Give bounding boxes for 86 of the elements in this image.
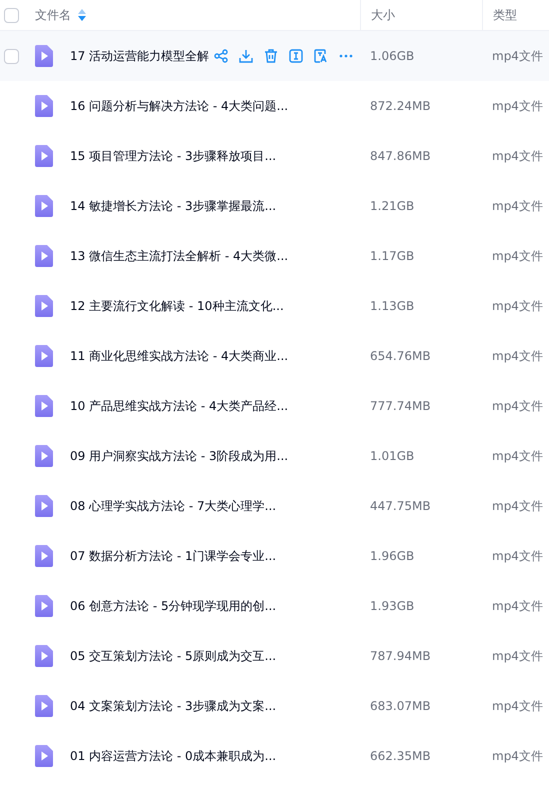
file-name[interactable]: 14 敏捷增长方法论 - 3步骤掌握最流... bbox=[70, 198, 276, 214]
file-type: mp4文件 bbox=[492, 448, 543, 462]
video-file-icon bbox=[35, 745, 53, 767]
file-size: 1.13GB bbox=[370, 299, 414, 313]
file-type: mp4文件 bbox=[492, 148, 543, 162]
file-type: mp4文件 bbox=[492, 748, 543, 762]
file-size: 654.76MB bbox=[370, 349, 431, 363]
file-type: mp4文件 bbox=[492, 598, 543, 612]
column-header[interactable]: 大小 bbox=[371, 6, 395, 24]
file-type: mp4文件 bbox=[492, 498, 543, 512]
video-file-icon bbox=[35, 595, 53, 617]
share-icon[interactable] bbox=[214, 49, 228, 63]
file-name[interactable]: 01 内容运营方法论 - 0成本兼职成为... bbox=[70, 748, 276, 764]
video-file-icon bbox=[35, 395, 53, 417]
file-row[interactable]: 05 交互策划方法论 - 5原则成为交互... 787.94MB mp4文件 bbox=[0, 631, 549, 681]
file-type: mp4文件 bbox=[492, 648, 543, 662]
download-icon[interactable] bbox=[239, 49, 254, 63]
select-all-checkbox[interactable] bbox=[4, 8, 19, 22]
text-recognition-icon[interactable] bbox=[314, 49, 328, 63]
video-file-icon bbox=[35, 645, 53, 667]
file-type: mp4文件 bbox=[492, 398, 543, 412]
file-row[interactable]: 16 问题分析与解决方法论 - 4大类问题... 872.24MB mp4文件 bbox=[0, 81, 549, 131]
file-size: 1.01GB bbox=[370, 449, 414, 463]
video-file-icon bbox=[35, 145, 53, 167]
video-file-icon bbox=[35, 545, 53, 567]
file-type: mp4文件 bbox=[492, 698, 543, 712]
file-size: 662.35MB bbox=[370, 749, 431, 763]
video-file-icon bbox=[35, 445, 53, 467]
file-size: 777.74MB bbox=[370, 399, 431, 413]
file-size: 1.93GB bbox=[370, 599, 414, 613]
file-name[interactable]: 17 活动运营能力模型全解 bbox=[70, 48, 210, 64]
file-size: 1.06GB bbox=[370, 49, 414, 63]
file-size: 447.75MB bbox=[370, 499, 431, 513]
file-name[interactable]: 09 用户洞察实战方法论 - 3阶段成为用... bbox=[70, 448, 288, 464]
row-checkbox[interactable] bbox=[4, 48, 19, 64]
file-type: mp4文件 bbox=[492, 298, 543, 312]
sort-icon[interactable] bbox=[78, 9, 86, 21]
file-row[interactable]: 14 敏捷增长方法论 - 3步骤掌握最流... 1.21GB mp4文件 bbox=[0, 181, 549, 231]
column-header[interactable]: 类型 bbox=[493, 6, 517, 24]
file-row[interactable]: 12 主要流行文化解读 - 10种主流文化... 1.13GB mp4文件 bbox=[0, 281, 549, 331]
video-file-icon bbox=[35, 495, 53, 517]
video-file-icon bbox=[35, 245, 53, 267]
file-type: mp4文件 bbox=[492, 48, 543, 62]
file-row[interactable]: 01 内容运营方法论 - 0成本兼职成为... 662.35MB mp4文件 bbox=[0, 731, 549, 781]
file-size: 1.21GB bbox=[370, 199, 414, 213]
file-row[interactable]: 06 创意方法论 - 5分钟现学现用的创... 1.93GB mp4文件 bbox=[0, 581, 549, 631]
file-row[interactable]: 11 商业化思维实战方法论 - 4大类商业... 654.76MB mp4文件 bbox=[0, 331, 549, 381]
file-row[interactable]: 09 用户洞察实战方法论 - 3阶段成为用... 1.01GB mp4文件 bbox=[0, 431, 549, 481]
file-name[interactable]: 10 产品思维实战方法论 - 4大类产品经... bbox=[70, 398, 288, 414]
column-header[interactable]: 文件名 bbox=[35, 6, 71, 24]
file-name[interactable]: 06 创意方法论 - 5分钟现学现用的创... bbox=[70, 598, 276, 614]
video-file-icon bbox=[35, 295, 53, 317]
file-row[interactable]: 17 活动运营能力模型全解 1.06GB mp4文件 bbox=[0, 31, 549, 81]
delete-icon[interactable] bbox=[264, 49, 278, 63]
file-row[interactable]: 07 数据分析方法论 - 1门课学会专业... 1.96GB mp4文件 bbox=[0, 531, 549, 581]
file-type: mp4文件 bbox=[492, 348, 543, 362]
file-name[interactable]: 04 文案策划方法论 - 3步骤成为文案... bbox=[70, 698, 276, 714]
video-file-icon bbox=[35, 345, 53, 367]
file-type: mp4文件 bbox=[492, 548, 543, 562]
file-type: mp4文件 bbox=[492, 98, 543, 112]
video-file-icon bbox=[35, 695, 53, 717]
file-row[interactable]: 08 心理学实战方法论 - 7大类心理学... 447.75MB mp4文件 bbox=[0, 481, 549, 531]
file-name[interactable]: 08 心理学实战方法论 - 7大类心理学... bbox=[70, 498, 276, 514]
file-name[interactable]: 13 微信生态主流打法全解析 - 4大类微... bbox=[70, 248, 288, 264]
file-name[interactable]: 15 项目管理方法论 - 3步骤释放项目... bbox=[70, 148, 276, 164]
file-type: mp4文件 bbox=[492, 198, 543, 212]
file-name[interactable]: 05 交互策划方法论 - 5原则成为交互... bbox=[70, 648, 276, 664]
file-size: 847.86MB bbox=[370, 149, 431, 163]
file-type: mp4文件 bbox=[492, 248, 543, 262]
video-file-icon bbox=[35, 45, 53, 67]
video-file-icon bbox=[35, 195, 53, 217]
file-name[interactable]: 16 问题分析与解决方法论 - 4大类问题... bbox=[70, 98, 288, 114]
file-name[interactable]: 12 主要流行文化解读 - 10种主流文化... bbox=[70, 298, 284, 314]
video-file-icon bbox=[35, 95, 53, 117]
file-row[interactable]: 13 微信生态主流打法全解析 - 4大类微... 1.17GB mp4文件 bbox=[0, 231, 549, 281]
file-size: 872.24MB bbox=[370, 99, 431, 113]
file-size: 1.96GB bbox=[370, 549, 414, 563]
file-size: 683.07MB bbox=[370, 699, 431, 713]
file-name[interactable]: 11 商业化思维实战方法论 - 4大类商业... bbox=[70, 348, 288, 364]
file-size: 787.94MB bbox=[370, 649, 431, 663]
file-row[interactable]: 10 产品思维实战方法论 - 4大类产品经... 777.74MB mp4文件 bbox=[0, 381, 549, 431]
file-size: 1.17GB bbox=[370, 249, 414, 263]
file-row[interactable]: 15 项目管理方法论 - 3步骤释放项目... 847.86MB mp4文件 bbox=[0, 131, 549, 181]
rename-icon[interactable] bbox=[289, 49, 304, 63]
file-name[interactable]: 07 数据分析方法论 - 1门课学会专业... bbox=[70, 548, 276, 564]
file-row[interactable]: 04 文案策划方法论 - 3步骤成为文案... 683.07MB mp4文件 bbox=[0, 681, 549, 731]
